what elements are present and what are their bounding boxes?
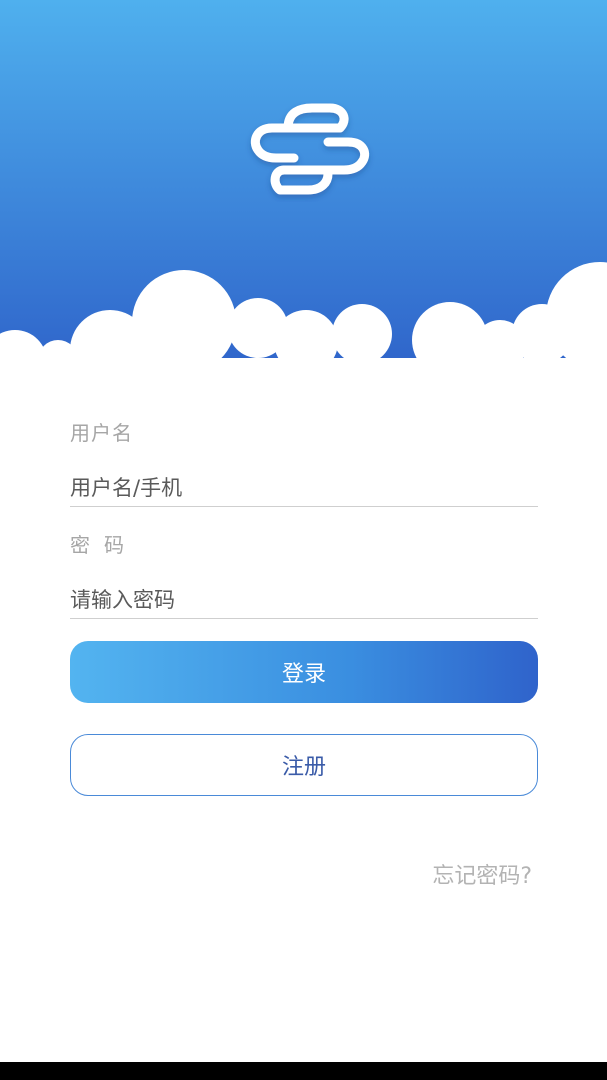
- register-button[interactable]: 注册: [70, 734, 538, 796]
- login-button[interactable]: 登录: [70, 641, 538, 703]
- login-form: 用户名 密码: [70, 415, 538, 619]
- cloud-decoration: [0, 262, 607, 380]
- login-button-label: 登录: [281, 662, 326, 687]
- password-input[interactable]: [70, 581, 538, 619]
- username-label: 用户名: [70, 421, 133, 445]
- header-banner: [0, 0, 607, 380]
- forgot-password-link[interactable]: 忘记密码?: [432, 858, 532, 890]
- register-button-label: 注册: [281, 755, 326, 780]
- password-label: 密码: [70, 533, 138, 557]
- bottom-bar: [0, 1062, 607, 1080]
- username-input[interactable]: [70, 469, 538, 507]
- app-logo-icon: [250, 103, 370, 195]
